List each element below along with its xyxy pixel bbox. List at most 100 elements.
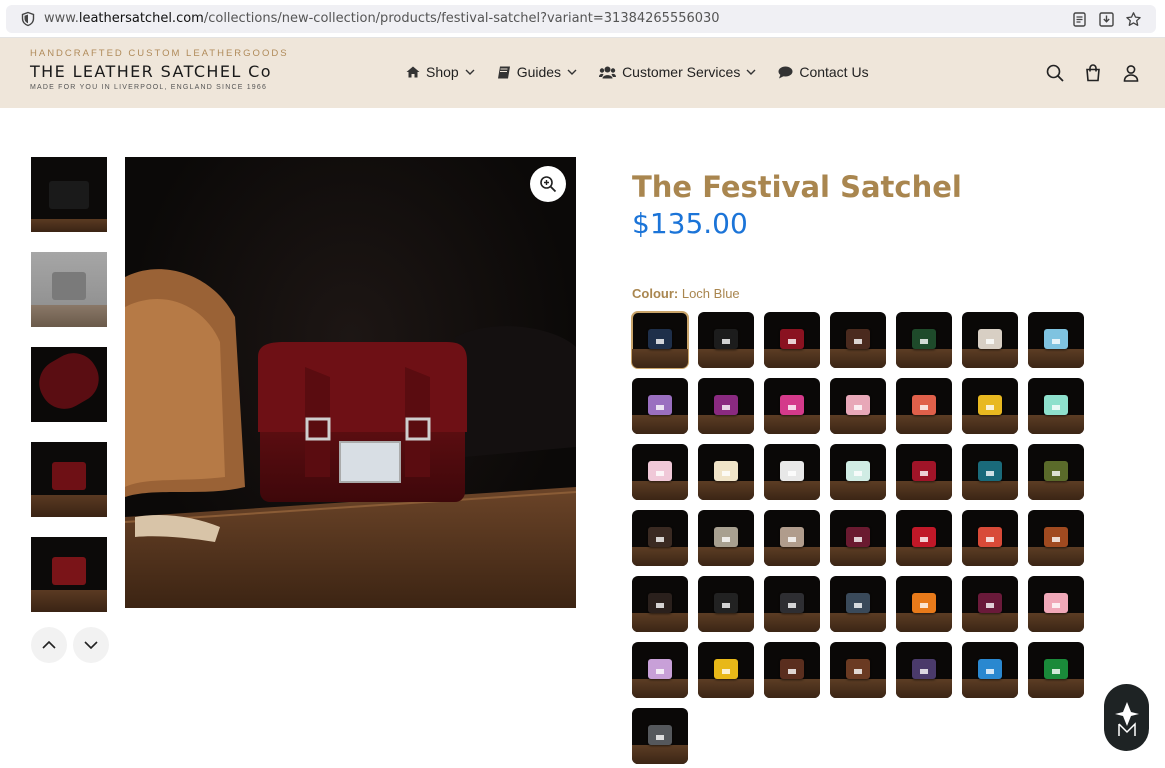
nav-customer-services[interactable]: Customer Services bbox=[599, 64, 756, 80]
colour-swatch[interactable] bbox=[896, 576, 952, 632]
colour-swatch[interactable] bbox=[830, 510, 886, 566]
colour-swatch[interactable] bbox=[962, 510, 1018, 566]
swatch-bag bbox=[912, 592, 936, 613]
colour-swatch[interactable] bbox=[764, 312, 820, 368]
swatch-table bbox=[830, 678, 886, 698]
url-text[interactable]: www.leathersatchel.com/collections/new-c… bbox=[44, 11, 720, 26]
colour-swatch[interactable] bbox=[896, 510, 952, 566]
swatch-table bbox=[830, 348, 886, 368]
main-product-image[interactable] bbox=[125, 157, 576, 608]
shopping-bag-icon[interactable] bbox=[1083, 63, 1103, 83]
thumbnail-bag bbox=[49, 180, 89, 209]
chevron-down-icon bbox=[465, 69, 475, 75]
swatch-bag bbox=[714, 328, 738, 349]
logo-subtitle: MADE FOR YOU IN LIVERPOOL, ENGLAND SINCE… bbox=[30, 84, 268, 91]
thumbnail-1[interactable] bbox=[31, 157, 107, 232]
nav-shop[interactable]: Shop bbox=[406, 64, 475, 80]
colour-swatch[interactable] bbox=[764, 510, 820, 566]
swatch-bag bbox=[978, 526, 1002, 547]
colour-swatch[interactable] bbox=[1028, 444, 1084, 500]
logo-name: THE LEATHER SATCHEL Co bbox=[30, 62, 272, 81]
colour-swatch[interactable] bbox=[632, 444, 688, 500]
colour-swatch[interactable] bbox=[698, 642, 754, 698]
swatch-table bbox=[896, 612, 952, 632]
colour-swatch[interactable] bbox=[962, 642, 1018, 698]
thumbnail-3[interactable] bbox=[31, 347, 107, 422]
thumbnails-up-button[interactable] bbox=[31, 627, 67, 663]
colour-swatch[interactable] bbox=[1028, 312, 1084, 368]
colour-swatch[interactable] bbox=[1028, 378, 1084, 434]
thumbnail-bag bbox=[52, 461, 86, 490]
colour-swatch[interactable] bbox=[632, 576, 688, 632]
swatch-bag bbox=[780, 328, 804, 349]
thumbnail-4[interactable] bbox=[31, 442, 107, 517]
swatch-bag bbox=[648, 328, 672, 349]
shield-icon[interactable] bbox=[20, 11, 36, 27]
colour-swatch[interactable] bbox=[632, 642, 688, 698]
colour-swatch[interactable] bbox=[632, 510, 688, 566]
colour-swatch[interactable] bbox=[896, 378, 952, 434]
colour-swatch[interactable] bbox=[764, 642, 820, 698]
colour-swatch[interactable] bbox=[830, 444, 886, 500]
colour-swatch[interactable] bbox=[896, 642, 952, 698]
save-page-icon[interactable] bbox=[1098, 11, 1115, 28]
nav-contact-us[interactable]: Contact Us bbox=[778, 64, 869, 80]
colour-swatch[interactable] bbox=[896, 444, 952, 500]
swatch-table bbox=[764, 480, 820, 500]
colour-swatch[interactable] bbox=[896, 312, 952, 368]
colour-swatch[interactable] bbox=[698, 444, 754, 500]
colour-swatch[interactable] bbox=[632, 378, 688, 434]
colour-swatch[interactable] bbox=[830, 576, 886, 632]
swatch-table bbox=[698, 546, 754, 566]
colour-swatch[interactable] bbox=[830, 378, 886, 434]
colour-swatch[interactable] bbox=[698, 312, 754, 368]
search-icon[interactable] bbox=[1045, 63, 1065, 83]
colour-swatch[interactable] bbox=[764, 378, 820, 434]
swatch-bag bbox=[912, 460, 936, 481]
thumbnail-2[interactable] bbox=[31, 252, 107, 327]
thumbnail-gallery bbox=[31, 157, 107, 632]
site-header: HANDCRAFTED CUSTOM LEATHERGOODS THE LEAT… bbox=[0, 38, 1165, 108]
nav-guides[interactable]: Guides bbox=[497, 64, 577, 80]
colour-swatch[interactable] bbox=[698, 378, 754, 434]
nav-contact-us-label: Contact Us bbox=[799, 64, 869, 80]
colour-swatch[interactable] bbox=[1028, 642, 1084, 698]
swatch-table bbox=[698, 348, 754, 368]
colour-swatch[interactable] bbox=[764, 576, 820, 632]
url-prefix: www. bbox=[44, 11, 79, 26]
colour-swatch[interactable] bbox=[631, 311, 689, 369]
address-bar[interactable]: www.leathersatchel.com/collections/new-c… bbox=[6, 5, 1156, 33]
chevron-down-icon bbox=[746, 69, 756, 75]
colour-swatch[interactable] bbox=[1028, 510, 1084, 566]
colour-swatch[interactable] bbox=[962, 444, 1018, 500]
colour-swatch[interactable] bbox=[632, 708, 688, 764]
url-path: /collections/new-collection/products/fes… bbox=[203, 11, 720, 26]
colour-swatch[interactable] bbox=[962, 576, 1018, 632]
swatch-bag bbox=[714, 526, 738, 547]
swatch-bag bbox=[714, 658, 738, 679]
colour-swatch[interactable] bbox=[698, 576, 754, 632]
chat-widget-button[interactable] bbox=[1104, 684, 1149, 751]
swatch-bag bbox=[714, 394, 738, 415]
colour-swatch[interactable] bbox=[830, 642, 886, 698]
swatch-table bbox=[1028, 348, 1084, 368]
site-logo[interactable]: HANDCRAFTED CUSTOM LEATHERGOODS THE LEAT… bbox=[30, 48, 289, 91]
swatch-bag bbox=[1044, 658, 1068, 679]
zoom-button[interactable] bbox=[530, 166, 566, 202]
swatch-bag bbox=[846, 460, 870, 481]
account-icon[interactable] bbox=[1121, 63, 1141, 83]
chat-logo-icon bbox=[1114, 701, 1139, 736]
swatch-table bbox=[632, 612, 688, 632]
colour-swatch[interactable] bbox=[830, 312, 886, 368]
bookmark-star-icon[interactable] bbox=[1125, 11, 1142, 28]
colour-swatch[interactable] bbox=[698, 510, 754, 566]
swatch-table bbox=[698, 612, 754, 632]
swatch-table bbox=[830, 414, 886, 434]
colour-swatch[interactable] bbox=[962, 378, 1018, 434]
thumbnail-5[interactable] bbox=[31, 537, 107, 612]
reader-view-icon[interactable] bbox=[1071, 11, 1088, 28]
thumbnails-down-button[interactable] bbox=[73, 627, 109, 663]
colour-swatch[interactable] bbox=[764, 444, 820, 500]
colour-swatch[interactable] bbox=[962, 312, 1018, 368]
colour-swatch[interactable] bbox=[1028, 576, 1084, 632]
